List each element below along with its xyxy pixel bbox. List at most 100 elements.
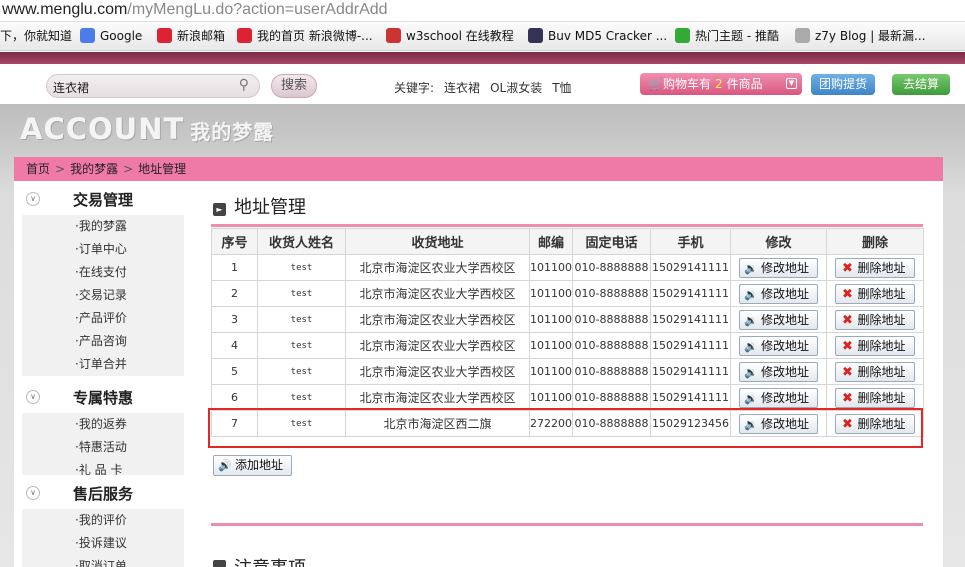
keyword-link[interactable]: 连衣裙 — [444, 81, 480, 95]
bookmark-item[interactable]: z7y Blog | 最新漏... — [795, 28, 926, 44]
edit-address-button[interactable]: 🔉 修改地址 — [738, 257, 818, 278]
delete-x-icon: ✖ — [842, 338, 853, 354]
address-cell: 北京市海淀区农业大学西校区 — [345, 254, 530, 281]
search-button[interactable]: 搜索 — [271, 74, 317, 98]
sidebar-group: ∨ 售后服务 ·我的评价 ·投诉建议 ·取消订单 — [22, 475, 184, 567]
landline-cell: 010-8888888 — [572, 254, 651, 281]
chevron-right-icon: > — [55, 162, 66, 176]
sidebar-group: ∨ 交易管理 ·我的梦露 ·订单中心 ·在线支付 ·交易记录 ·产品评价 ·产品咨询 ·订单合并 — [22, 181, 184, 376]
bookmark-item[interactable]: 热门主题 - 推酷 — [675, 28, 779, 44]
sidebar-item[interactable]: ·我的返券 — [22, 413, 184, 436]
add-address-button[interactable]: 🔊 添加地址 — [213, 455, 293, 476]
bookmark-item[interactable]: 下，你就知道 — [0, 28, 72, 44]
sidebar-item[interactable]: ·我的评价 — [22, 509, 184, 532]
delete-address-label: 删除地址 — [857, 390, 906, 405]
address-bar[interactable]: www.menglu.com/myMengLu.do?action=userAd… — [0, 0, 965, 22]
row-number-cell: 4 — [211, 332, 258, 359]
bookmark-item[interactable]: Google — [80, 28, 142, 44]
bookmark-item[interactable]: 新浪邮箱 — [157, 28, 225, 44]
hot-keywords: 关键字: 连衣裙 OL淑女装 T恤 — [394, 79, 582, 96]
w3school-icon — [386, 28, 401, 43]
cart-count: 2 — [714, 77, 723, 91]
bookmark-label: 新浪邮箱 — [177, 29, 226, 43]
delete-address-label: 删除地址 — [857, 260, 906, 275]
sidebar-item[interactable]: ·交易记录 — [22, 284, 184, 307]
sidebar-item[interactable]: ·在线支付 — [22, 261, 184, 284]
delete-address-button[interactable]: ✖ 删除地址 — [835, 387, 915, 408]
keyword-link[interactable]: T恤 — [552, 81, 571, 95]
edit-address-label: 修改地址 — [760, 338, 809, 353]
cart-icon: 🛒 — [648, 77, 663, 91]
col-header: 固定电话 — [572, 228, 651, 255]
search-icon[interactable]: ⚲ — [239, 77, 249, 93]
md5-icon — [528, 28, 543, 43]
recipient-name-cell: test — [257, 254, 346, 281]
edit-address-button[interactable]: 🔉 修改地址 — [738, 309, 818, 330]
sidebar-group-title: 售后服务 — [73, 485, 134, 503]
edit-address-cell: 🔉 修改地址 — [730, 384, 827, 411]
url-text[interactable]: www.menglu.com/myMengLu.do?action=userAd… — [2, 0, 388, 20]
row-number-cell: 1 — [211, 254, 258, 281]
delete-x-icon: ✖ — [842, 312, 853, 328]
table-row: 2 test 北京市海淀区农业大学西校区 101100 010-8888888 15029… — [211, 280, 924, 307]
delete-address-button[interactable]: ✖ 删除地址 — [835, 361, 915, 382]
sidebar-group-header[interactable]: ∨ 售后服务 — [22, 475, 184, 509]
cart-suffix: 件商品 — [726, 77, 763, 91]
mobile-cell: 15029141111 — [650, 280, 731, 307]
address-cell: 北京市海淀区农业大学西校区 — [345, 384, 530, 411]
collapse-icon[interactable]: ∨ — [26, 486, 40, 500]
url-path: /myMengLu.do?action=userAddrAdd — [127, 1, 388, 18]
keyword-link[interactable]: OL淑女装 — [490, 81, 542, 95]
collapse-icon[interactable]: ∨ — [26, 390, 40, 404]
edit-address-button[interactable]: 🔉 修改地址 — [738, 361, 818, 382]
sidebar-item[interactable]: ·投诉建议 — [22, 532, 184, 555]
edit-address-button[interactable]: 🔉 修改地址 — [738, 283, 818, 304]
sidebar-group: ∨ 专属特惠 ·我的返券 ·特惠活动 ·礼 品 卡 — [22, 379, 184, 482]
cart-button[interactable]: 🛒购物车有 2 件商品 ▼ — [640, 73, 802, 95]
delete-address-button[interactable]: ✖ 删除地址 — [835, 335, 915, 356]
recipient-name-cell: test — [257, 280, 346, 307]
sidebar-group-header[interactable]: ∨ 交易管理 — [22, 181, 184, 215]
breadcrumb-home[interactable]: 首页 — [26, 162, 50, 176]
edit-address-button[interactable]: 🔉 修改地址 — [738, 387, 818, 408]
search-box[interactable]: ⚲ — [46, 74, 260, 98]
search-input[interactable] — [53, 78, 223, 96]
delete-address-label: 删除地址 — [857, 338, 906, 353]
sidebar-item[interactable]: ·订单中心 — [22, 238, 184, 261]
address-cell: 北京市海淀区农业大学西校区 — [345, 306, 530, 333]
sidebar: ∨ 交易管理 ·我的梦露 ·订单中心 ·在线支付 ·交易记录 ·产品评价 ·产品咨询 ·订单合并… — [14, 181, 193, 567]
notice-title-text: 注意事项 — [234, 558, 306, 567]
group-buy-button[interactable]: 团购提货 — [811, 74, 875, 95]
blog-icon — [795, 28, 810, 43]
sidebar-item[interactable]: ·产品评价 — [22, 307, 184, 330]
sidebar-item[interactable]: ·取消订单 — [22, 555, 184, 567]
row-number-cell: 6 — [211, 384, 258, 411]
breadcrumb-account[interactable]: 我的梦露 — [70, 162, 118, 176]
sidebar-group-header[interactable]: ∨ 专属特惠 — [22, 379, 184, 413]
edit-address-button[interactable]: 🔉 修改地址 — [738, 335, 818, 356]
sidebar-item[interactable]: ·订单合并 — [22, 353, 184, 376]
mobile-cell: 15029141111 — [650, 332, 731, 359]
bookmark-label: w3school 在线教程 — [406, 29, 514, 43]
speaker-icon: 🔉 — [744, 391, 758, 405]
delete-address-button[interactable]: ✖ 删除地址 — [835, 283, 915, 304]
delete-address-cell: ✖ 删除地址 — [826, 280, 924, 307]
bookmark-label: Buv MD5 Cracker ... — [548, 29, 668, 43]
zip-code-cell: 101100 — [529, 254, 573, 281]
sidebar-item[interactable]: ·特惠活动 — [22, 436, 184, 459]
bookmark-item[interactable]: w3school 在线教程 — [386, 28, 514, 44]
table-row: 5 test 北京市海淀区农业大学西校区 101100 010-8888888 15029… — [211, 358, 924, 385]
delete-address-button[interactable]: ✖ 删除地址 — [835, 257, 915, 278]
checkout-button[interactable]: 去结算 — [892, 74, 950, 95]
bookmark-item[interactable]: Buv MD5 Cracker ... — [528, 28, 667, 44]
sidebar-item[interactable]: ·产品咨询 — [22, 330, 184, 353]
page-title-text: 地址管理 — [234, 197, 306, 218]
delete-address-button[interactable]: ✖ 删除地址 — [835, 309, 915, 330]
bookmark-item[interactable]: 我的首页 新浪微博-... — [237, 28, 373, 44]
sidebar-item[interactable]: ·我的梦露 — [22, 215, 184, 238]
collapse-icon[interactable]: ∨ — [26, 192, 40, 206]
highlight-box — [208, 408, 923, 448]
zip-code-cell: 101100 — [529, 384, 573, 411]
speaker-icon: 🔉 — [744, 365, 758, 379]
chevron-down-icon[interactable]: ▼ — [786, 78, 797, 89]
